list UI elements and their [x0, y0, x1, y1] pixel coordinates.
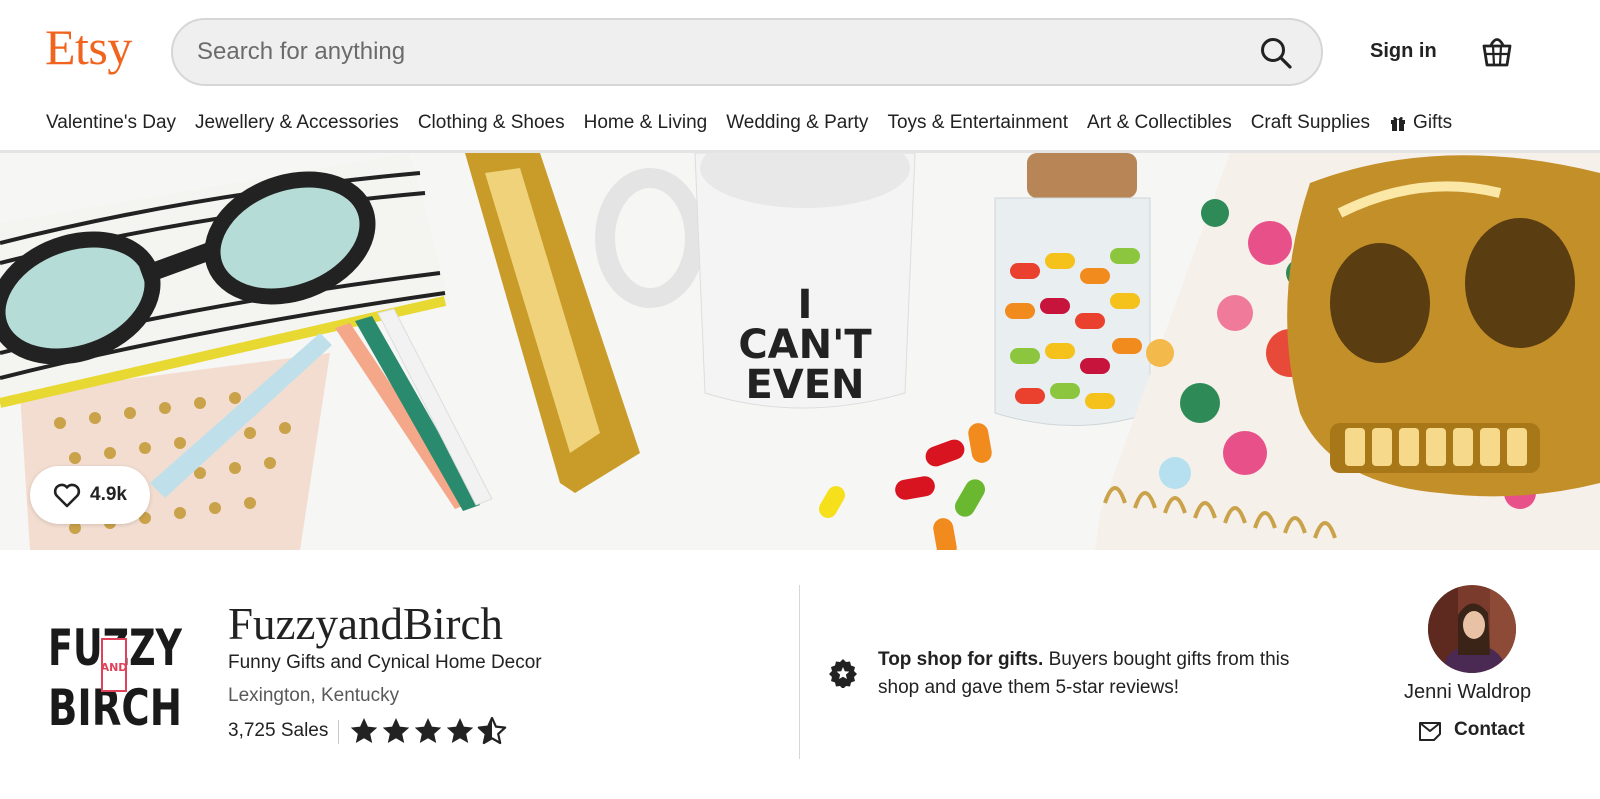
- shop-tagline: Funny Gifts and Cynical Home Decor: [228, 652, 542, 673]
- nav-jewellery-accessories[interactable]: Jewellery & Accessories: [195, 110, 399, 136]
- category-nav: Valentine's Day Jewellery & Accessories …: [46, 110, 1452, 136]
- star-full-icon: [414, 718, 442, 743]
- favorites-count: 4.9k: [90, 484, 127, 505]
- svg-text:EVEN: EVEN: [745, 362, 864, 408]
- favorite-shop-button[interactable]: 4.9k: [30, 466, 150, 524]
- shop-sales-count: 3,725 Sales: [228, 720, 329, 741]
- top-shop-badge-text: Top shop for gifts. Buyers bought gifts …: [878, 646, 1328, 702]
- mail-icon: [1419, 722, 1441, 741]
- contact-owner-button[interactable]: Contact: [1418, 718, 1525, 742]
- shop-rating[interactable]: [349, 716, 509, 746]
- etsy-logo[interactable]: Etsy: [45, 18, 132, 76]
- owner-name: Jenni Waldrop: [1404, 681, 1532, 703]
- owner-photo: [1428, 585, 1516, 673]
- sales-separator: [338, 720, 339, 744]
- shop-banner-image: I CAN'T EVEN: [0, 153, 1600, 550]
- shop-name: FuzzyandBirch: [228, 599, 503, 649]
- owner-avatar[interactable]: [1428, 585, 1516, 673]
- section-divider: [799, 585, 800, 759]
- star-full-icon: [350, 718, 378, 743]
- cart-icon[interactable]: [1478, 32, 1516, 70]
- gift-icon: [1391, 116, 1406, 131]
- search-bar: [171, 18, 1323, 86]
- shop-location: Lexington, Kentucky: [228, 685, 400, 706]
- nav-art-collectibles[interactable]: Art & Collectibles: [1087, 110, 1232, 136]
- sign-in-link[interactable]: Sign in: [1370, 40, 1437, 63]
- search-input[interactable]: [197, 20, 1237, 84]
- site-header: Etsy Sign in: [0, 0, 1600, 104]
- nav-craft-supplies[interactable]: Craft Supplies: [1251, 110, 1370, 136]
- nav-valentines-day[interactable]: Valentine's Day: [46, 110, 176, 136]
- nav-toys-entertainment[interactable]: Toys & Entertainment: [887, 110, 1068, 136]
- shop-logo-text-mid: AND: [101, 661, 128, 674]
- star-full-icon: [446, 718, 474, 743]
- nav-clothing-shoes[interactable]: Clothing & Shoes: [418, 110, 565, 136]
- star-full-icon: [382, 718, 410, 743]
- star-badge-icon: [829, 659, 857, 688]
- heart-icon: [53, 483, 81, 508]
- banner-illustration: I CAN'T EVEN: [0, 153, 1600, 550]
- search-icon[interactable]: [1259, 36, 1293, 70]
- nav-wedding-party[interactable]: Wedding & Party: [726, 110, 868, 136]
- contact-label: Contact: [1454, 719, 1525, 740]
- nav-home-living[interactable]: Home & Living: [584, 110, 708, 136]
- shop-logo[interactable]: FUZZY BIRCH AND: [48, 615, 182, 727]
- star-half-icon: [477, 716, 507, 745]
- nav-gifts[interactable]: Gifts: [1389, 110, 1452, 136]
- top-shop-title: Top shop for gifts.: [878, 649, 1044, 670]
